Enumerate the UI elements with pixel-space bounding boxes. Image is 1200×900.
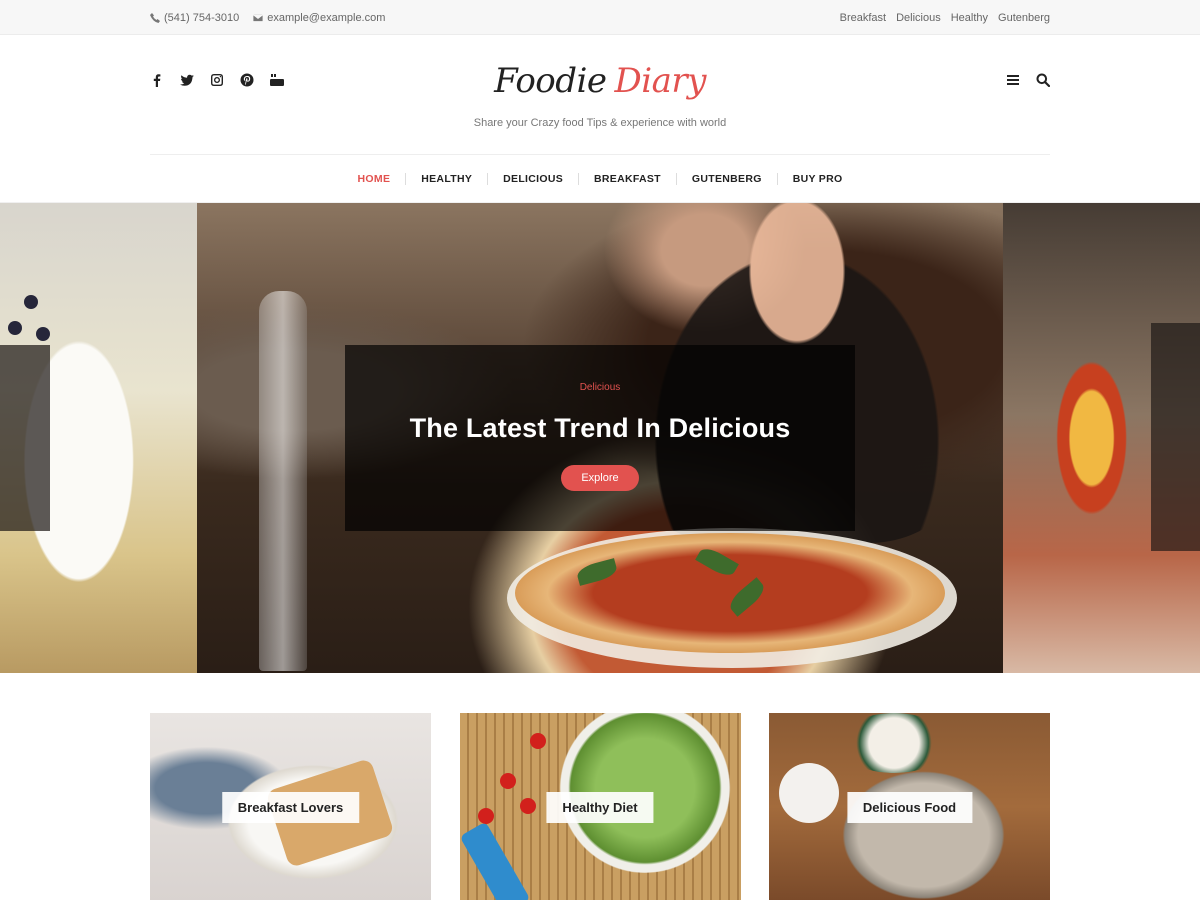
main-nav: HOME HEALTHY DELICIOUS BREAKFAST GUTENBE… [0,155,1200,203]
card-label[interactable]: Delicious Food [846,792,973,823]
nav-buy-pro[interactable]: BUY PRO [776,172,858,185]
logo-word-foodie: Foodie [494,61,607,101]
nav-breakfast[interactable]: BREAKFAST [578,172,676,185]
email-address: example@example.com [267,11,386,24]
salad-dish-shape [839,713,949,773]
tomato-shape [499,773,516,789]
tomato-shape [477,808,494,824]
previous-slide-preview[interactable] [0,203,197,673]
next-slide-preview[interactable] [1003,203,1200,673]
phone-contact[interactable]: (541) 754-3010 [150,12,239,24]
search-icon[interactable] [1036,73,1051,92]
next-slide-caption-edge [1151,323,1200,551]
site-tagline: Share your Crazy food Tips & experience … [473,117,727,129]
tomato-shape [529,733,546,749]
blueberry-shape [24,295,38,309]
site-header: Foodie Diary Share your Crazy food Tips &… [150,35,1051,155]
site-logo[interactable]: Foodie Diary [150,61,1050,101]
nav-delicious[interactable]: DELICIOUS [487,172,578,185]
side-plate-shape [779,763,839,823]
active-slide[interactable]: Delicious The Latest Trend In Delicious … [197,203,1003,673]
top-bar: (541) 754-3010 example@example.com Break… [0,0,1200,35]
nav-gutenberg[interactable]: GUTENBERG [675,172,777,185]
tomato-shape [519,798,536,814]
glass-bottle-shape [259,291,307,671]
previous-slide-caption-edge [0,345,50,531]
fork-shape [459,821,530,900]
nav-healthy[interactable]: HEALTHY [405,172,487,185]
brand[interactable]: Foodie Diary Share your Crazy food Tips &… [150,61,1050,129]
blueberry-shape [36,327,50,341]
header-tools [1006,73,1051,92]
top-link-gutenberg[interactable]: Gutenberg [998,12,1050,24]
slide-category[interactable]: Delicious [345,382,855,393]
category-card-delicious[interactable]: Delicious Food [769,713,1050,900]
category-card-breakfast[interactable]: Breakfast Lovers [150,713,431,900]
phone-number: (541) 754-3010 [164,11,240,24]
pizza-shape [515,533,945,653]
top-link-breakfast[interactable]: Breakfast [840,12,886,24]
blueberry-shape [8,321,22,335]
email-contact[interactable]: example@example.com [253,12,385,24]
explore-button[interactable]: Explore [561,465,639,491]
phone-icon [150,12,160,23]
top-link-delicious[interactable]: Delicious [896,12,941,24]
contact-info: (541) 754-3010 example@example.com [150,12,385,24]
category-cards: Breakfast Lovers Healthy Diet Delicious … [150,713,1050,900]
top-links: Breakfast Delicious Healthy Gutenberg [840,12,1050,24]
menu-icon[interactable] [1006,73,1020,92]
envelope-icon [253,13,264,22]
card-label[interactable]: Breakfast Lovers [221,792,360,823]
slide-title[interactable]: The Latest Trend In Delicious [345,413,855,444]
nav-home[interactable]: HOME [343,173,406,185]
category-card-healthy[interactable]: Healthy Diet [459,713,741,900]
card-label[interactable]: Healthy Diet [546,792,654,823]
slide-caption: Delicious The Latest Trend In Delicious … [345,345,855,531]
logo-word-diary: Diary [614,61,707,101]
hero-slider: Delicious The Latest Trend In Delicious … [0,203,1200,673]
top-link-healthy[interactable]: Healthy [951,12,988,24]
